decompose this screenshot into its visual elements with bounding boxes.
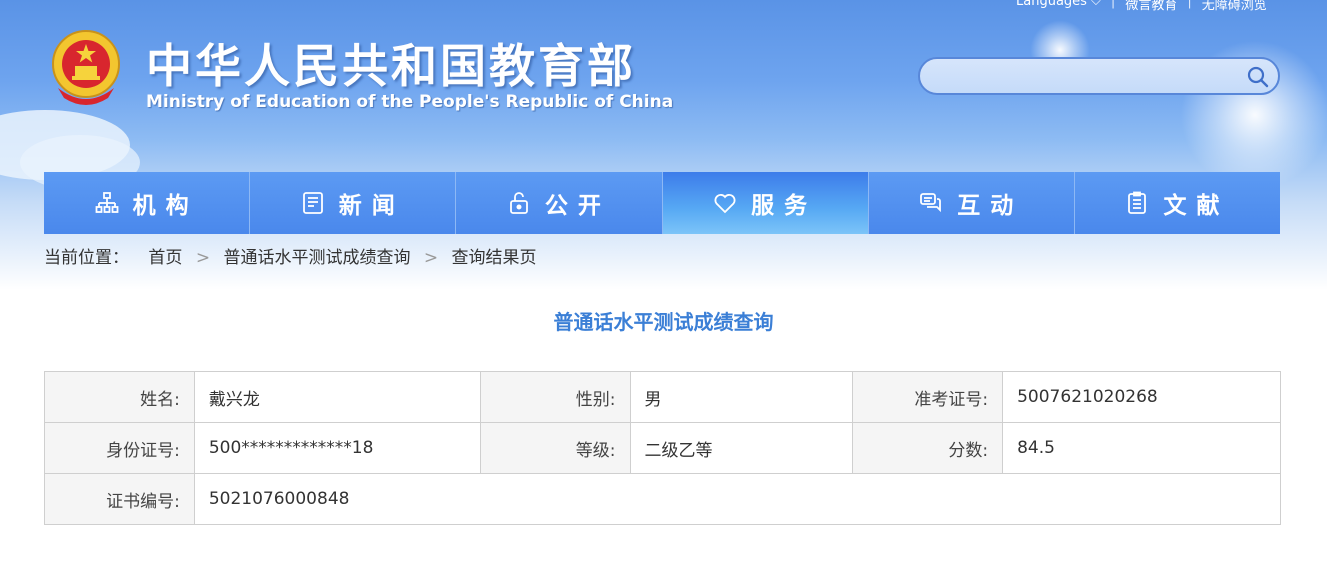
ticket-value: 5007621020268 — [1002, 371, 1281, 423]
site-subtitle: Ministry of Education of the People's Re… — [146, 92, 674, 112]
ticket-label: 准考证号: — [852, 371, 1004, 423]
unlock-icon — [510, 192, 528, 214]
breadcrumb-prefix: 当前位置： — [44, 248, 129, 268]
nav-label: 新闻 — [338, 193, 405, 219]
nav-item-interaction[interactable]: 互动 — [868, 172, 1075, 234]
table-row: 身份证号: 500*************18 等级: 二级乙等 分数: 84… — [44, 422, 1281, 474]
breadcrumb-separator: > — [423, 248, 439, 268]
nav-item-public[interactable]: 公开 — [456, 172, 663, 234]
search-input[interactable] — [934, 66, 1234, 86]
level-label: 等级: — [479, 422, 631, 474]
nav-item-service[interactable]: 服务 — [662, 172, 869, 234]
nav-label: 互动 — [957, 193, 1024, 219]
national-emblem-icon — [52, 30, 120, 105]
id-label: 身份证号: — [44, 422, 195, 474]
nav-label: 公开 — [544, 193, 611, 219]
breadcrumb-current: 查询结果页 — [451, 248, 537, 268]
nav-label: 文献 — [1163, 193, 1230, 219]
clipboard-icon — [1128, 191, 1147, 214]
top-link-separator: | — [1110, 0, 1116, 9]
id-value: 500*************18 — [193, 422, 481, 474]
languages-link[interactable]: Languages ⌵ — [1016, 0, 1101, 13]
score-label: 分数: — [852, 422, 1004, 474]
gender-value: 男 — [629, 371, 854, 423]
name-label: 姓名: — [44, 371, 195, 423]
result-table: 姓名: 戴兴龙 性别: 男 准考证号: 5007621020268 身份证号: … — [44, 371, 1282, 525]
breadcrumb-separator: > — [195, 248, 211, 268]
search-icon[interactable] — [1246, 65, 1270, 89]
accessibility-link[interactable]: 无障碍浏览 — [1202, 0, 1267, 13]
nav-item-literature[interactable]: 文献 — [1074, 172, 1281, 234]
chat-icon — [920, 193, 942, 213]
nav-item-organization[interactable]: 机构 — [44, 172, 251, 234]
breadcrumb: 当前位置： 首页 > 普通话水平测试成绩查询 > 查询结果页 — [44, 243, 537, 268]
top-link-separator: | — [1187, 0, 1192, 9]
table-row: 姓名: 戴兴龙 性别: 男 准考证号: 5007621020268 — [44, 371, 1281, 423]
gender-label: 性别: — [479, 371, 631, 423]
nav-label: 机构 — [132, 193, 199, 219]
level-value: 二级乙等 — [629, 422, 854, 474]
top-links: Languages ⌵ | 微言教育 | 无障碍浏览 — [1016, 0, 1267, 13]
breadcrumb-home-link[interactable]: 首页 — [148, 248, 182, 268]
site-title[interactable]: 中华人民共和国教育部 — [146, 30, 636, 96]
nav-item-news[interactable]: 新闻 — [250, 172, 457, 234]
org-chart-icon — [95, 192, 118, 213]
weiyan-link[interactable]: 微言教育 — [1125, 0, 1177, 13]
nav-label: 服务 — [751, 193, 818, 219]
heart-icon — [714, 194, 736, 214]
name-value: 戴兴龙 — [193, 371, 481, 423]
table-row: 证书编号: 5021076000848 — [44, 473, 1282, 525]
page-title: 普通话水平测试成绩查询 — [553, 310, 774, 334]
main-nav: 机构 新闻 公开 服务 互动 文献 — [44, 172, 1281, 234]
search-box — [918, 57, 1280, 95]
cert-value: 5021076000848 — [193, 473, 1282, 525]
cert-label: 证书编号: — [44, 473, 195, 525]
breadcrumb-query-link[interactable]: 普通话水平测试成绩查询 — [223, 248, 410, 268]
score-value: 84.5 — [1002, 422, 1281, 474]
news-icon — [302, 192, 323, 214]
